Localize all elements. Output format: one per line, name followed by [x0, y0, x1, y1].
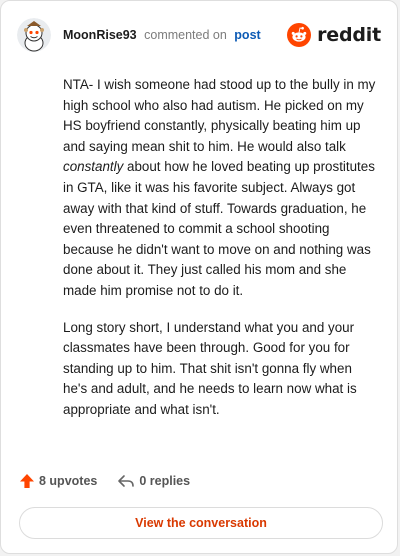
upvote-button[interactable]: 8 upvotes	[19, 473, 97, 489]
reddit-wordmark: reddit	[317, 24, 381, 46]
reddit-snoo-icon	[287, 23, 312, 47]
post-link[interactable]: post	[234, 28, 260, 42]
comment-body: NTA- I wish someone had stood up to the …	[63, 75, 379, 437]
reply-arrow-icon	[118, 475, 135, 487]
comment-paragraph-2: Long story short, I understand what you …	[63, 319, 357, 417]
reply-count: 0 replies	[139, 474, 191, 488]
comment-paragraph-1: NTA- I wish someone had stood up to the …	[63, 75, 379, 302]
username[interactable]: MoonRise93	[63, 28, 137, 42]
reddit-brand[interactable]: reddit	[287, 23, 381, 47]
upvote-arrow-icon	[20, 474, 34, 488]
paragraph-1-text-a: NTA- I wish someone had stood up to the …	[63, 77, 376, 154]
reply-button[interactable]: 0 replies	[117, 473, 190, 489]
paragraph-1-emphasis: constantly	[63, 159, 124, 175]
comment-card: MoonRise93 commented on post reddit NTA-…	[0, 0, 398, 554]
comment-actions: 8 upvotes 0 replies	[19, 473, 190, 489]
commented-on-label: commented on	[144, 28, 227, 42]
comment-meta: MoonRise93 commented on post	[63, 28, 261, 42]
paragraph-1-text-b: about how he loved beating up prostitute…	[63, 159, 375, 298]
upvote-count: 8 upvotes	[39, 474, 98, 488]
comment-header: MoonRise93 commented on post reddit	[17, 15, 381, 55]
view-conversation-button[interactable]: View the conversation	[19, 507, 383, 539]
user-avatar[interactable]	[17, 18, 51, 52]
snoo-avatar-icon	[17, 18, 51, 52]
